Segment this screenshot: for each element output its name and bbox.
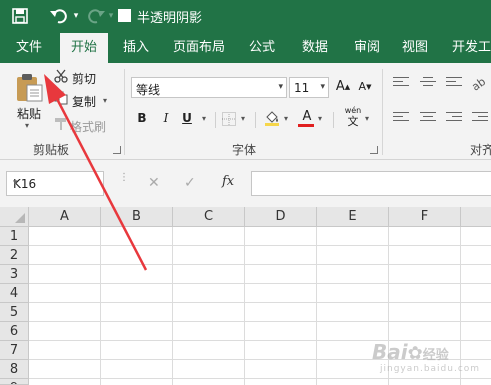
watermark-brand: Bai xyxy=(372,340,408,364)
paw-icon: ✿ xyxy=(407,343,423,364)
annotation-arrow xyxy=(44,74,148,271)
watermark-url: jingyan.baidu.com xyxy=(380,364,481,374)
annotation-arrow-shape xyxy=(44,74,148,271)
watermark-logo: Bai✿经验 jingyan.baidu.com xyxy=(372,340,487,378)
watermark-brand2: 经验 xyxy=(422,348,449,363)
